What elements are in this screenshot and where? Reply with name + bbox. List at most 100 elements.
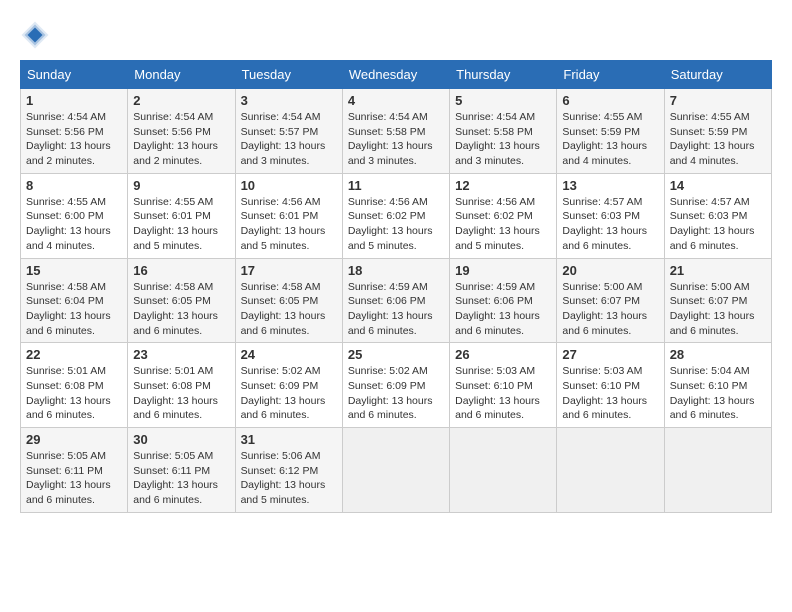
day-number: 13 [562, 178, 658, 193]
day-cell: 5 Sunrise: 4:54 AMSunset: 5:58 PMDayligh… [450, 89, 557, 174]
day-info: Sunrise: 4:55 AMSunset: 5:59 PMDaylight:… [670, 111, 755, 167]
day-info: Sunrise: 4:57 AMSunset: 6:03 PMDaylight:… [562, 196, 647, 252]
day-number: 25 [348, 347, 444, 362]
day-cell: 17 Sunrise: 4:58 AMSunset: 6:05 PMDaylig… [235, 258, 342, 343]
day-number: 5 [455, 93, 551, 108]
day-info: Sunrise: 4:54 AMSunset: 5:58 PMDaylight:… [455, 111, 540, 167]
day-cell: 28 Sunrise: 5:04 AMSunset: 6:10 PMDaylig… [664, 343, 771, 428]
day-number: 12 [455, 178, 551, 193]
week-row-5: 29 Sunrise: 5:05 AMSunset: 6:11 PMDaylig… [21, 428, 772, 513]
col-header-sunday: Sunday [21, 61, 128, 89]
day-number: 18 [348, 263, 444, 278]
day-info: Sunrise: 4:56 AMSunset: 6:01 PMDaylight:… [241, 196, 326, 252]
day-cell: 27 Sunrise: 5:03 AMSunset: 6:10 PMDaylig… [557, 343, 664, 428]
day-cell: 1 Sunrise: 4:54 AMSunset: 5:56 PMDayligh… [21, 89, 128, 174]
day-cell [450, 428, 557, 513]
day-number: 20 [562, 263, 658, 278]
logo [20, 20, 54, 50]
day-cell: 19 Sunrise: 4:59 AMSunset: 6:06 PMDaylig… [450, 258, 557, 343]
day-info: Sunrise: 4:54 AMSunset: 5:58 PMDaylight:… [348, 111, 433, 167]
day-cell: 8 Sunrise: 4:55 AMSunset: 6:00 PMDayligh… [21, 173, 128, 258]
day-cell: 12 Sunrise: 4:56 AMSunset: 6:02 PMDaylig… [450, 173, 557, 258]
day-info: Sunrise: 5:04 AMSunset: 6:10 PMDaylight:… [670, 365, 755, 421]
day-number: 9 [133, 178, 229, 193]
day-number: 27 [562, 347, 658, 362]
day-number: 3 [241, 93, 337, 108]
col-header-monday: Monday [128, 61, 235, 89]
day-info: Sunrise: 4:59 AMSunset: 6:06 PMDaylight:… [348, 281, 433, 337]
day-cell: 4 Sunrise: 4:54 AMSunset: 5:58 PMDayligh… [342, 89, 449, 174]
day-cell: 30 Sunrise: 5:05 AMSunset: 6:11 PMDaylig… [128, 428, 235, 513]
day-cell [342, 428, 449, 513]
day-cell: 9 Sunrise: 4:55 AMSunset: 6:01 PMDayligh… [128, 173, 235, 258]
day-number: 26 [455, 347, 551, 362]
day-number: 16 [133, 263, 229, 278]
day-cell: 16 Sunrise: 4:58 AMSunset: 6:05 PMDaylig… [128, 258, 235, 343]
day-cell: 10 Sunrise: 4:56 AMSunset: 6:01 PMDaylig… [235, 173, 342, 258]
day-info: Sunrise: 5:01 AMSunset: 6:08 PMDaylight:… [133, 365, 218, 421]
day-info: Sunrise: 4:54 AMSunset: 5:56 PMDaylight:… [26, 111, 111, 167]
day-cell: 24 Sunrise: 5:02 AMSunset: 6:09 PMDaylig… [235, 343, 342, 428]
day-info: Sunrise: 5:03 AMSunset: 6:10 PMDaylight:… [455, 365, 540, 421]
day-cell: 26 Sunrise: 5:03 AMSunset: 6:10 PMDaylig… [450, 343, 557, 428]
day-cell: 31 Sunrise: 5:06 AMSunset: 6:12 PMDaylig… [235, 428, 342, 513]
day-number: 19 [455, 263, 551, 278]
col-header-tuesday: Tuesday [235, 61, 342, 89]
day-cell: 11 Sunrise: 4:56 AMSunset: 6:02 PMDaylig… [342, 173, 449, 258]
day-number: 4 [348, 93, 444, 108]
day-cell: 22 Sunrise: 5:01 AMSunset: 6:08 PMDaylig… [21, 343, 128, 428]
day-cell: 2 Sunrise: 4:54 AMSunset: 5:56 PMDayligh… [128, 89, 235, 174]
day-info: Sunrise: 4:57 AMSunset: 6:03 PMDaylight:… [670, 196, 755, 252]
day-info: Sunrise: 5:03 AMSunset: 6:10 PMDaylight:… [562, 365, 647, 421]
day-info: Sunrise: 5:05 AMSunset: 6:11 PMDaylight:… [26, 450, 111, 506]
day-number: 14 [670, 178, 766, 193]
col-header-thursday: Thursday [450, 61, 557, 89]
day-cell [664, 428, 771, 513]
week-row-3: 15 Sunrise: 4:58 AMSunset: 6:04 PMDaylig… [21, 258, 772, 343]
day-info: Sunrise: 5:00 AMSunset: 6:07 PMDaylight:… [670, 281, 755, 337]
col-header-friday: Friday [557, 61, 664, 89]
page-header [20, 20, 772, 50]
calendar-table: SundayMondayTuesdayWednesdayThursdayFrid… [20, 60, 772, 513]
col-header-saturday: Saturday [664, 61, 771, 89]
day-info: Sunrise: 4:58 AMSunset: 6:04 PMDaylight:… [26, 281, 111, 337]
day-cell: 29 Sunrise: 5:05 AMSunset: 6:11 PMDaylig… [21, 428, 128, 513]
day-cell: 15 Sunrise: 4:58 AMSunset: 6:04 PMDaylig… [21, 258, 128, 343]
day-info: Sunrise: 5:02 AMSunset: 6:09 PMDaylight:… [348, 365, 433, 421]
day-cell: 13 Sunrise: 4:57 AMSunset: 6:03 PMDaylig… [557, 173, 664, 258]
day-cell: 18 Sunrise: 4:59 AMSunset: 6:06 PMDaylig… [342, 258, 449, 343]
day-info: Sunrise: 4:55 AMSunset: 6:00 PMDaylight:… [26, 196, 111, 252]
day-info: Sunrise: 5:00 AMSunset: 6:07 PMDaylight:… [562, 281, 647, 337]
day-info: Sunrise: 4:59 AMSunset: 6:06 PMDaylight:… [455, 281, 540, 337]
day-number: 21 [670, 263, 766, 278]
day-info: Sunrise: 4:54 AMSunset: 5:56 PMDaylight:… [133, 111, 218, 167]
day-number: 24 [241, 347, 337, 362]
day-cell: 20 Sunrise: 5:00 AMSunset: 6:07 PMDaylig… [557, 258, 664, 343]
day-number: 15 [26, 263, 122, 278]
day-info: Sunrise: 4:55 AMSunset: 5:59 PMDaylight:… [562, 111, 647, 167]
day-number: 11 [348, 178, 444, 193]
col-header-wednesday: Wednesday [342, 61, 449, 89]
day-cell: 7 Sunrise: 4:55 AMSunset: 5:59 PMDayligh… [664, 89, 771, 174]
day-info: Sunrise: 4:56 AMSunset: 6:02 PMDaylight:… [348, 196, 433, 252]
day-number: 31 [241, 432, 337, 447]
day-cell: 21 Sunrise: 5:00 AMSunset: 6:07 PMDaylig… [664, 258, 771, 343]
week-row-1: 1 Sunrise: 4:54 AMSunset: 5:56 PMDayligh… [21, 89, 772, 174]
day-number: 2 [133, 93, 229, 108]
day-number: 7 [670, 93, 766, 108]
day-info: Sunrise: 5:05 AMSunset: 6:11 PMDaylight:… [133, 450, 218, 506]
header-row: SundayMondayTuesdayWednesdayThursdayFrid… [21, 61, 772, 89]
day-number: 8 [26, 178, 122, 193]
day-info: Sunrise: 5:01 AMSunset: 6:08 PMDaylight:… [26, 365, 111, 421]
day-cell [557, 428, 664, 513]
day-number: 10 [241, 178, 337, 193]
day-info: Sunrise: 4:54 AMSunset: 5:57 PMDaylight:… [241, 111, 326, 167]
day-number: 17 [241, 263, 337, 278]
day-cell: 23 Sunrise: 5:01 AMSunset: 6:08 PMDaylig… [128, 343, 235, 428]
day-info: Sunrise: 4:56 AMSunset: 6:02 PMDaylight:… [455, 196, 540, 252]
day-number: 6 [562, 93, 658, 108]
logo-icon [20, 20, 50, 50]
day-cell: 25 Sunrise: 5:02 AMSunset: 6:09 PMDaylig… [342, 343, 449, 428]
day-number: 1 [26, 93, 122, 108]
week-row-2: 8 Sunrise: 4:55 AMSunset: 6:00 PMDayligh… [21, 173, 772, 258]
